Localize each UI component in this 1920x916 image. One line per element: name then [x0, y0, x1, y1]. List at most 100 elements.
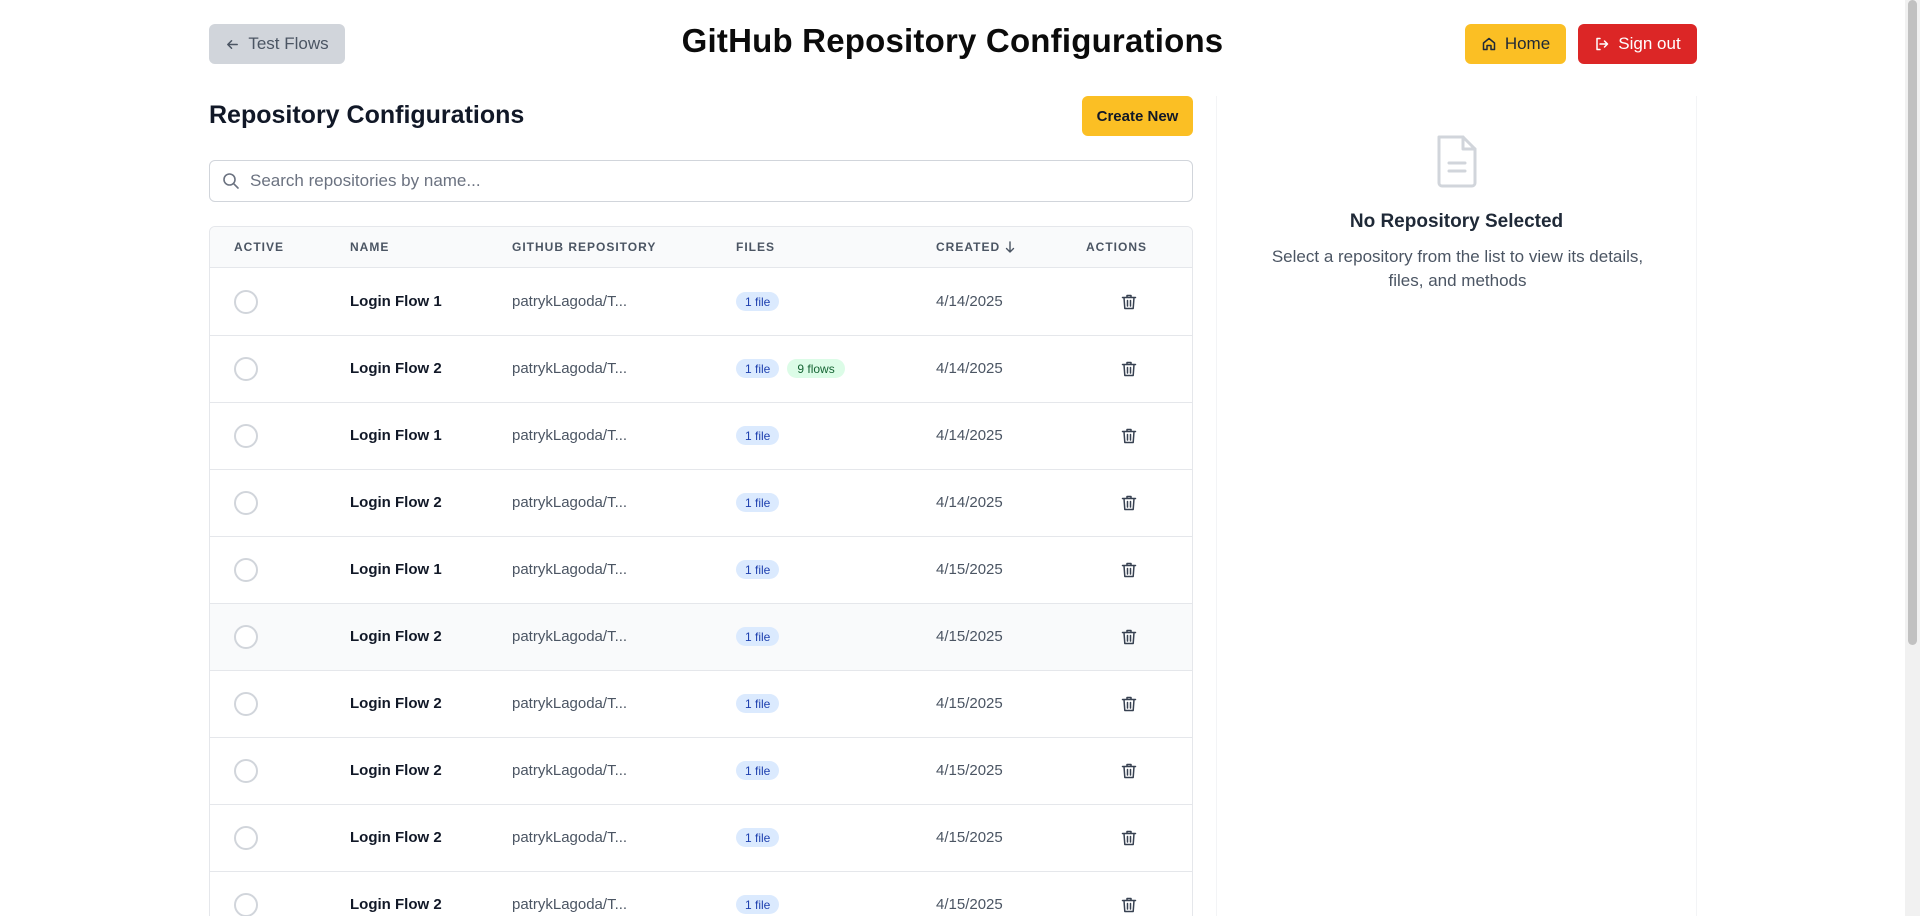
trash-icon[interactable]	[1119, 627, 1139, 647]
table-row[interactable]: Login Flow 2 patrykLagoda/T... 1 file 4/…	[210, 604, 1192, 671]
empty-state-title: No Repository Selected	[1349, 211, 1564, 232]
row-created: 4/15/2025	[936, 695, 1003, 712]
table-header: ACTIVE NAME GITHUB REPOSITORY FILES CREA…	[210, 227, 1192, 268]
row-files: 1 file	[736, 292, 780, 311]
row-repo: patrykLagoda/T...	[512, 293, 628, 310]
flow-count-badge: 9 flows	[787, 359, 845, 378]
row-name: Login Flow 1	[350, 561, 442, 578]
row-files: 1 file	[736, 627, 780, 646]
row-files: 1 file	[736, 560, 780, 579]
row-repo: patrykLagoda/T...	[512, 494, 628, 511]
trash-icon[interactable]	[1119, 694, 1139, 714]
trash-icon[interactable]	[1119, 292, 1139, 312]
file-count-badge: 1 file	[736, 761, 780, 780]
table-row[interactable]: Login Flow 2 patrykLagoda/T... 1 file 4/…	[210, 872, 1192, 916]
column-header-files: FILES	[736, 240, 776, 254]
file-count-badge: 1 file	[736, 560, 780, 579]
row-repo: patrykLagoda/T...	[512, 896, 628, 913]
row-created: 4/14/2025	[936, 494, 1003, 511]
active-radio[interactable]	[234, 558, 258, 582]
create-new-button[interactable]: Create New	[1082, 96, 1193, 136]
row-created: 4/14/2025	[936, 427, 1003, 444]
row-files: 1 file	[736, 828, 780, 847]
scrollbar-thumb[interactable]	[1908, 0, 1917, 645]
column-header-active: ACTIVE	[234, 240, 285, 254]
active-radio[interactable]	[234, 759, 258, 783]
file-count-badge: 1 file	[736, 426, 780, 445]
row-repo: patrykLagoda/T...	[512, 561, 628, 578]
table-row[interactable]: Login Flow 1 patrykLagoda/T... 1 file 4/…	[210, 269, 1192, 336]
trash-icon[interactable]	[1119, 493, 1139, 513]
home-button[interactable]: Home	[1465, 24, 1566, 64]
table-row[interactable]: Login Flow 2 patrykLagoda/T... 1 file 4/…	[210, 738, 1192, 805]
row-created: 4/15/2025	[936, 561, 1003, 578]
trash-icon[interactable]	[1119, 560, 1139, 580]
row-repo: patrykLagoda/T...	[512, 427, 628, 444]
row-name: Login Flow 2	[350, 829, 442, 846]
active-radio[interactable]	[234, 625, 258, 649]
row-files: 1 file	[736, 694, 780, 713]
home-icon	[1482, 37, 1496, 51]
row-name: Login Flow 2	[350, 494, 442, 511]
home-button-label: Home	[1504, 34, 1551, 53]
row-created: 4/15/2025	[936, 829, 1003, 846]
row-files: 1 file	[736, 761, 780, 780]
row-files: 1 file 9 flows	[736, 359, 845, 378]
sign-out-icon	[1596, 37, 1609, 51]
column-header-name[interactable]: NAME	[350, 240, 389, 254]
active-radio[interactable]	[234, 290, 258, 314]
row-name: Login Flow 1	[350, 427, 442, 444]
file-count-badge: 1 file	[736, 828, 780, 847]
active-radio[interactable]	[234, 424, 258, 448]
active-radio[interactable]	[234, 491, 258, 515]
sign-out-button-label: Sign out	[1618, 34, 1681, 53]
file-count-badge: 1 file	[736, 895, 780, 914]
file-count-badge: 1 file	[736, 694, 780, 713]
trash-icon[interactable]	[1119, 828, 1139, 848]
table-row[interactable]: Login Flow 2 patrykLagoda/T... 1 file 4/…	[210, 671, 1192, 738]
table-row[interactable]: Login Flow 1 patrykLagoda/T... 1 file 4/…	[210, 537, 1192, 604]
row-created: 4/15/2025	[936, 628, 1003, 645]
trash-icon[interactable]	[1119, 426, 1139, 446]
row-files: 1 file	[736, 426, 780, 445]
file-count-badge: 1 file	[736, 359, 780, 378]
active-radio[interactable]	[234, 826, 258, 850]
row-name: Login Flow 2	[350, 360, 442, 377]
trash-icon[interactable]	[1119, 761, 1139, 781]
document-icon	[1437, 135, 1477, 188]
table-row[interactable]: Login Flow 1 patrykLagoda/T... 1 file 4/…	[210, 403, 1192, 470]
table-row[interactable]: Login Flow 2 patrykLagoda/T... 1 file 9 …	[210, 336, 1192, 403]
row-name: Login Flow 2	[350, 762, 442, 779]
table-row[interactable]: Login Flow 2 patrykLagoda/T... 1 file 4/…	[210, 805, 1192, 872]
row-created: 4/14/2025	[936, 360, 1003, 377]
row-created: 4/15/2025	[936, 762, 1003, 779]
vertical-scrollbar[interactable]	[1905, 0, 1920, 916]
active-radio[interactable]	[234, 692, 258, 716]
repository-table: ACTIVE NAME GITHUB REPOSITORY FILES CREA…	[209, 226, 1193, 916]
column-header-created-label: CREATED	[936, 240, 1001, 254]
search-box	[209, 160, 1193, 202]
column-header-created[interactable]: CREATED	[936, 240, 1015, 254]
file-count-badge: 1 file	[736, 493, 780, 512]
trash-icon[interactable]	[1119, 895, 1139, 915]
active-radio[interactable]	[234, 893, 258, 916]
table-row[interactable]: Login Flow 2 patrykLagoda/T... 1 file 4/…	[210, 470, 1192, 537]
row-repo: patrykLagoda/T...	[512, 360, 628, 377]
search-icon	[223, 173, 239, 189]
row-name: Login Flow 2	[350, 628, 442, 645]
search-input[interactable]	[250, 171, 1192, 191]
row-repo: patrykLagoda/T...	[512, 628, 628, 645]
empty-state-description: Select a repository from the list to vie…	[1271, 247, 1644, 290]
section-title: Repository Configurations	[209, 101, 525, 129]
trash-icon[interactable]	[1119, 359, 1139, 379]
row-created: 4/14/2025	[936, 293, 1003, 310]
column-header-actions: ACTIONS	[1086, 240, 1147, 254]
row-name: Login Flow 2	[350, 695, 442, 712]
file-count-badge: 1 file	[736, 292, 780, 311]
row-files: 1 file	[736, 895, 780, 914]
active-radio[interactable]	[234, 357, 258, 381]
sign-out-button[interactable]: Sign out	[1578, 24, 1697, 64]
page: Test Flows GitHub Repository Configurati…	[0, 0, 1920, 916]
repository-detail-panel: No Repository Selected Select a reposito…	[1216, 96, 1697, 916]
column-header-repo: GITHUB REPOSITORY	[512, 240, 657, 254]
